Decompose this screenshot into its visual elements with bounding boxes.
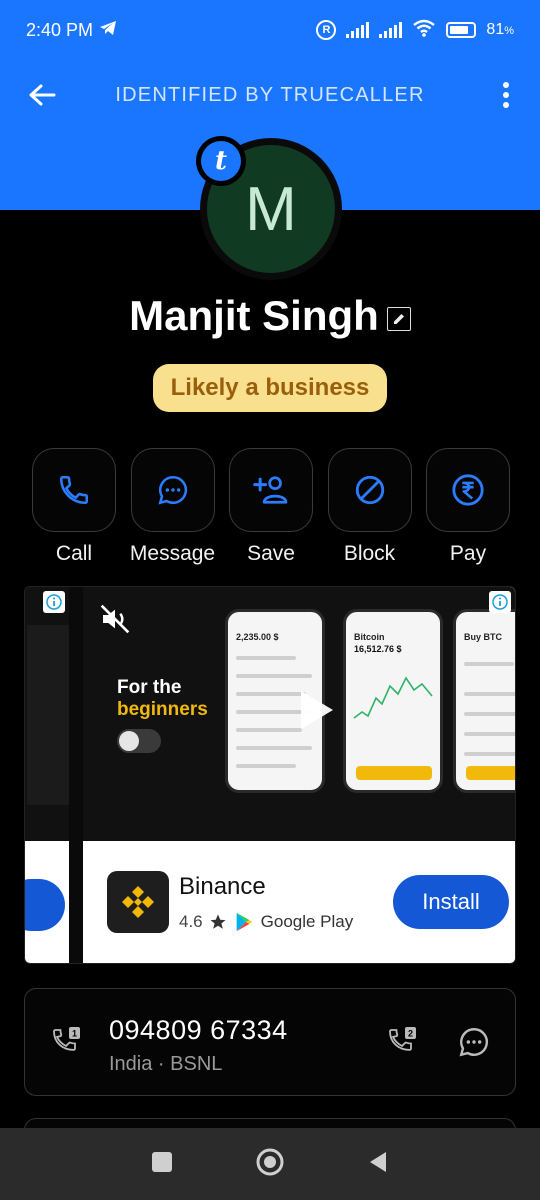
status-bar: 2:40 PM R 81%: [0, 0, 540, 60]
block-button[interactable]: [327, 448, 412, 532]
app-rating: 4.6: [179, 912, 203, 931]
google-play-icon: [236, 912, 252, 932]
message-action[interactable]: Message: [129, 448, 216, 566]
more-vert-icon: [503, 82, 509, 108]
phone-sim2-icon: 2: [389, 1027, 416, 1051]
ad-phone-2-chart: [353, 676, 433, 719]
ad-phone-3-button: [466, 766, 515, 780]
number-card[interactable]: 1 094809 67334 India · BSNL 2: [24, 988, 516, 1096]
call-button[interactable]: [32, 448, 116, 532]
battery-level: 81%: [486, 21, 514, 38]
pay-action[interactable]: Pay: [426, 448, 510, 566]
sms-button[interactable]: [457, 1025, 491, 1064]
call-sim1-button[interactable]: 1: [49, 1025, 83, 1064]
phone-icon: [59, 475, 89, 505]
ad-phone-3: Buy BTC: [453, 609, 515, 793]
phone-number[interactable]: 094809 67334: [109, 1015, 288, 1046]
pay-button[interactable]: [426, 448, 510, 532]
signal-icon-2: [379, 22, 403, 38]
signal-icon: [346, 22, 370, 38]
mute-icon[interactable]: [99, 603, 131, 640]
ad-video[interactable]: For the beginners 2,235.00 $ Bitcoin 16,…: [83, 587, 515, 841]
ad-choices-icon[interactable]: [489, 591, 511, 613]
ad-previous-card[interactable]: [25, 587, 69, 963]
save-action[interactable]: Save: [229, 448, 313, 566]
home-circle-icon: [256, 1148, 284, 1175]
ad-carousel[interactable]: For the beginners 2,235.00 $ Bitcoin 16,…: [24, 586, 516, 964]
recents-button[interactable]: [150, 1150, 174, 1179]
star-icon: [210, 914, 226, 929]
wifi-icon: [412, 19, 436, 42]
chat-bubble-icon: [157, 475, 187, 505]
home-button[interactable]: [255, 1147, 285, 1182]
block-label: Block: [343, 542, 396, 565]
svg-text:2: 2: [408, 1029, 413, 1039]
ad-app-row[interactable]: Binance 4.6 Google Play Install: [83, 841, 515, 963]
call-sim2-button[interactable]: 2: [385, 1025, 419, 1064]
ad-phone-1-title: 2,235.00 $: [236, 632, 279, 642]
ad-headline-1: For the: [117, 677, 182, 698]
save-button[interactable]: [229, 448, 313, 532]
ad-phone-3-title: Buy BTC: [464, 632, 502, 642]
header-title: IDENTIFIED BY TRUECALLER: [115, 84, 425, 106]
contact-name-row: Manjit Singh: [0, 292, 540, 340]
message-label: Message: [129, 542, 216, 565]
telegram-icon: [99, 20, 117, 41]
install-button[interactable]: Install: [393, 875, 509, 929]
store-label: Google Play: [260, 912, 354, 931]
system-nav-bar: [0, 1128, 540, 1200]
ad-card[interactable]: For the beginners 2,235.00 $ Bitcoin 16,…: [83, 587, 515, 963]
more-options-button[interactable]: [494, 78, 518, 112]
app-rating-row: 4.6 Google Play: [179, 911, 353, 933]
edit-icon[interactable]: [386, 307, 411, 331]
call-label: Call: [55, 542, 93, 565]
battery-icon: [446, 22, 477, 38]
chat-bubble-icon: [459, 1028, 489, 1057]
save-label: Save: [247, 542, 295, 565]
play-icon[interactable]: [287, 683, 341, 737]
ad-phone-2-button: [356, 766, 432, 780]
ad-info-icon[interactable]: [43, 591, 65, 613]
ad-phone-2-title: Bitcoin: [354, 632, 385, 642]
number-location-carrier: India · BSNL: [109, 1053, 223, 1075]
message-button[interactable]: [130, 448, 215, 532]
call-action[interactable]: Call: [32, 448, 116, 566]
ad-previous-preview: [27, 625, 69, 805]
block-action[interactable]: Block: [327, 448, 412, 566]
truecaller-badge: t: [196, 136, 246, 186]
phone-sim1-icon: 1: [53, 1027, 80, 1051]
block-icon: [355, 475, 384, 505]
registered-icon: R: [316, 20, 337, 40]
status-time: 2:40 PM: [26, 19, 94, 40]
business-tag: Likely a business: [153, 364, 387, 412]
ad-toggle: [117, 729, 161, 753]
rupee-icon: [452, 474, 484, 506]
add-person-icon: [253, 476, 288, 504]
action-bar: Call Message Save Block Pay: [32, 448, 510, 566]
triangle-back-icon: [369, 1151, 386, 1172]
ad-phone-2-value: 16,512.76 $: [354, 644, 402, 654]
svg-text:1: 1: [72, 1029, 77, 1039]
ad-headline-2: beginners: [117, 699, 208, 720]
square-icon: [152, 1151, 173, 1172]
binance-logo-icon: [107, 871, 169, 933]
app-name: Binance: [179, 873, 266, 900]
truecaller-logo-icon: t: [201, 141, 241, 181]
ad-phone-2: Bitcoin 16,512.76 $: [343, 609, 443, 793]
contact-name: Manjit Singh: [129, 292, 379, 339]
pay-label: Pay: [449, 542, 487, 565]
back-nav-button[interactable]: [366, 1150, 390, 1179]
